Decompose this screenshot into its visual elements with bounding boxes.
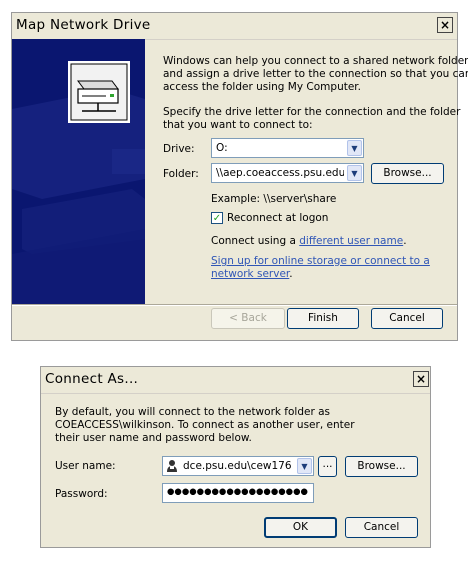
ok-button[interactable]: OK [264,517,337,538]
user-icon [167,460,177,472]
drive-select[interactable]: O: ▼ [211,138,364,158]
desc-line-2: COEACCESS\wilkinson. To connect as anoth… [55,419,355,431]
intro-line-3: access the folder using My Computer. [163,81,361,93]
browse-button[interactable]: Browse... [371,163,444,184]
connect-using-suffix: . [403,235,407,247]
intro-line-2: and assign a drive letter to the connect… [163,68,468,80]
footer-divider [12,304,457,306]
username-label: User name: [55,460,116,472]
dialog-title: Map Network Drive [16,17,151,33]
password-label: Password: [55,488,108,500]
signup-link-line-2-wrap: network server. [211,268,293,281]
reconnect-label[interactable]: Reconnect at logon [227,212,328,225]
password-value: ●●●●●●●●●●●●●●●●●●● [167,487,308,497]
drive-icon [68,61,130,123]
intro-line-1: Windows can help you connect to a shared… [163,55,468,67]
username-select[interactable]: dce.psu.edu\cew176 ▼ [162,456,314,476]
cancel-button[interactable]: Cancel [371,308,443,329]
reconnect-checkbox[interactable]: ✓ [211,212,223,224]
specify-line-2: that you want to connect to: [163,119,313,131]
desc-line-1: By default, you will connect to the netw… [55,406,331,418]
password-field[interactable]: ●●●●●●●●●●●●●●●●●●● [162,483,314,503]
folder-select[interactable]: \\aep.coeaccess.psu.edu\ ▼ [211,163,364,183]
network-drive-illustration [12,39,145,304]
chevron-down-icon[interactable]: ▼ [347,165,362,181]
signup-link-line-2[interactable]: network server [211,268,289,280]
title-bar[interactable]: Connect As... × [41,367,430,394]
cancel-button[interactable]: Cancel [345,517,418,538]
map-network-drive-dialog: Map Network Drive × Windows can help you… [11,12,468,341]
browse-button[interactable]: Browse... [345,456,418,477]
signup-suffix: . [289,268,293,280]
finish-button[interactable]: Finish [287,308,359,329]
dialog-title: Connect As... [45,371,139,387]
chevron-down-icon[interactable]: ▼ [297,458,312,474]
wizard-art-panel [12,39,145,304]
ellipsis-button[interactable]: ... [318,456,337,477]
drive-label: Drive: [163,143,195,155]
signup-link-line-1[interactable]: Sign up for online storage or connect to… [211,255,430,268]
specify-line-1: Specify the drive letter for the connect… [163,106,461,118]
close-button[interactable]: × [437,17,453,33]
back-button[interactable]: < Back [211,308,285,329]
close-button[interactable]: × [413,371,429,387]
desc-line-3: their user name and password below. [55,432,252,444]
folder-value: \\aep.coeaccess.psu.edu\ [216,167,344,179]
connect-using-text: Connect using a different user name. [211,235,407,248]
connect-using-prefix: Connect using a [211,235,300,247]
folder-label: Folder: [163,168,199,180]
connect-as-dialog: Connect As... × By default, you will con… [40,366,431,548]
different-user-link[interactable]: different user name [299,235,403,247]
chevron-down-icon[interactable]: ▼ [347,140,362,156]
username-value[interactable]: dce.psu.edu\cew176 [183,460,292,472]
example-text: Example: \\server\share [211,193,337,205]
title-bar[interactable]: Map Network Drive × [12,13,457,40]
drive-value: O: [216,142,228,154]
